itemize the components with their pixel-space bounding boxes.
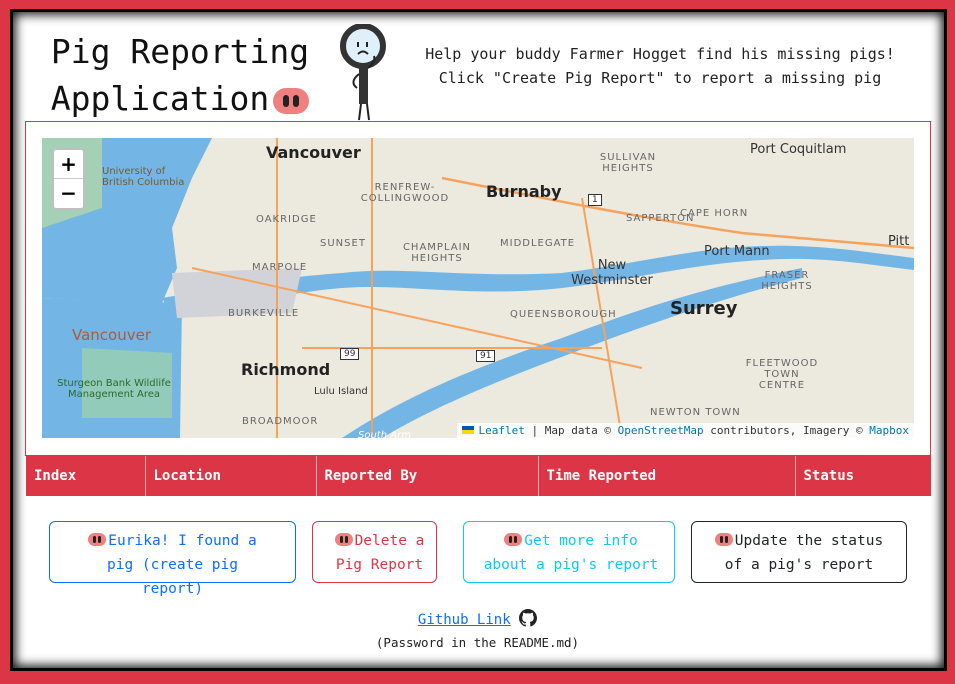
map-label: MIDDLEGATE — [500, 238, 576, 249]
attribution-text: contributors, Imagery © — [710, 424, 863, 437]
map-label: Pitt — [888, 234, 910, 249]
map-label: Sturgeon Bank Wildlife Management Area — [57, 378, 171, 400]
map-label: Port Mann — [704, 244, 770, 259]
title-line-1: Pig Reporting — [50, 32, 310, 71]
mapbox-link[interactable]: Mapbox — [869, 424, 909, 437]
map-label: MARPOLE — [252, 262, 308, 273]
map-label: NEWTON TOWN — [650, 407, 741, 418]
update-pig-status-button[interactable]: Update the status of a pig's report — [691, 521, 907, 583]
intro-text: Help your buddy Farmer Hogget find his m… — [425, 45, 895, 87]
get-pig-report-info-button[interactable]: Get more info about a pig's report — [463, 521, 675, 583]
map-label: OAKRIDGE — [256, 214, 317, 225]
map-label: FRASER HEIGHTS — [761, 270, 813, 292]
map-label: Richmond — [241, 360, 331, 379]
map-label: SULLIVAN HEIGHTS — [599, 152, 657, 174]
map-attribution: Leaflet | Map data © OpenStreetMap contr… — [457, 423, 914, 438]
map[interactable]: Vancouver Burnaby Surrey Richmond New We… — [42, 138, 914, 438]
pig-snout-icon — [88, 533, 107, 546]
table-header-row: Index Location Reported By Time Reported… — [26, 456, 931, 496]
column-header-reported-by[interactable]: Reported By — [315, 456, 538, 496]
title-line-2: Application — [50, 79, 270, 118]
map-label: Burnaby — [486, 182, 562, 201]
map-container: Vancouver Burnaby Surrey Richmond New We… — [25, 121, 931, 456]
map-label: Surrey — [670, 298, 738, 319]
map-label: Port Coquitlam — [750, 142, 847, 157]
map-label: University of British Columbia — [102, 166, 185, 188]
map-label: BURKEVILLE — [228, 308, 300, 319]
attribution-text: | Map data © — [531, 424, 611, 437]
map-label: SUNSET — [320, 238, 366, 249]
pig-snout-icon — [273, 87, 310, 114]
map-label: RENFREW- COLLINGWOOD — [360, 182, 450, 204]
button-label: Update the status of a pig's report — [724, 533, 884, 573]
github-icon[interactable] — [519, 609, 538, 627]
leaflet-link[interactable]: Leaflet — [478, 424, 524, 437]
pig-snout-icon — [714, 533, 733, 546]
highway-shield: 91 — [476, 350, 496, 362]
pig-snout-icon — [504, 533, 523, 546]
pig-snout-icon — [334, 533, 353, 546]
github-link-row: Github Link — [0, 609, 955, 628]
zoom-out-button[interactable]: − — [54, 179, 83, 208]
zoom-in-button[interactable]: + — [54, 150, 83, 179]
map-label: CAPE HORN — [680, 208, 749, 219]
column-header-location[interactable]: Location — [144, 456, 316, 496]
github-link[interactable]: Github Link — [418, 612, 511, 628]
osm-link[interactable]: OpenStreetMap — [618, 424, 704, 437]
map-label: Vancouver — [72, 326, 151, 344]
ukraine-flag-icon — [462, 426, 475, 434]
map-label: New Westminster — [571, 258, 653, 288]
magnifying-glass-mascot-icon — [340, 24, 386, 121]
map-label: BROADMOOR — [242, 416, 319, 427]
map-label: QUEENSBOROUGH — [510, 309, 617, 320]
column-header-status[interactable]: Status — [794, 456, 931, 496]
highway-shield: 1 — [588, 194, 602, 206]
map-label: FLEETWOOD TOWN CENTRE — [745, 358, 819, 391]
column-header-index[interactable]: Index — [26, 456, 145, 496]
delete-pig-report-button[interactable]: Delete a Pig Report — [312, 521, 437, 583]
zoom-control: + − — [52, 148, 85, 210]
map-label: CHAMPLAIN HEIGHTS — [402, 242, 472, 264]
create-pig-report-button[interactable]: Eurika! I found a pig (create pig report… — [49, 521, 296, 597]
highway-shield: 99 — [340, 348, 360, 360]
page-title: Pig Reporting Application — [46, 28, 314, 122]
password-note: (Password in the README.md) — [375, 635, 580, 650]
map-label: South Arm — [358, 430, 411, 438]
pig-reports-table: Index Location Reported By Time Reported… — [26, 456, 931, 496]
map-label: Lulu Island — [314, 386, 368, 397]
column-header-time-reported[interactable]: Time Reported — [537, 456, 795, 496]
map-label: Vancouver — [266, 143, 361, 162]
